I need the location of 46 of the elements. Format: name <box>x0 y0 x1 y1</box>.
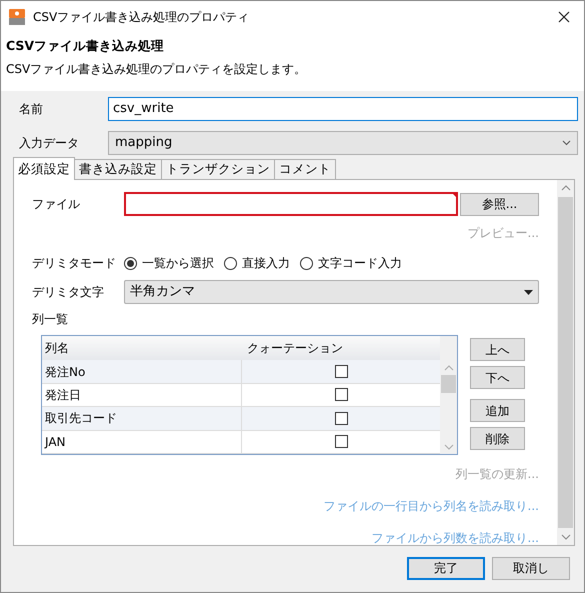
link: プレビュー... <box>468 224 539 242</box>
dialog-button[interactable]: 取消し <box>492 556 570 580</box>
dialog-button[interactable]: 完了 <box>407 556 485 580</box>
dialog-heading: CSVファイル書き込み処理 <box>6 37 166 55</box>
scrollbar[interactable] <box>440 336 457 454</box>
table-cell: JAN <box>42 430 242 453</box>
checkbox[interactable] <box>334 412 348 425</box>
column-header: 列名 <box>44 340 70 358</box>
field-label: デリミタモード <box>32 255 117 272</box>
checkbox[interactable] <box>334 388 348 402</box>
scrollbar-thumb[interactable] <box>558 197 573 528</box>
scrollbar[interactable] <box>557 180 574 545</box>
field-label: ファイル <box>32 196 81 213</box>
file-path-field[interactable] <box>124 192 458 216</box>
input-data-dropdown[interactable]: mapping <box>108 131 578 155</box>
link: 列一覧の更新... <box>456 465 539 483</box>
app-icon <box>9 9 25 25</box>
dialog-description: CSVファイル書き込み処理のプロパティを設定します。 <box>6 60 308 78</box>
window-title: CSVファイル書き込み処理のプロパティ <box>33 9 250 26</box>
column-header: クォーテーション <box>246 340 343 358</box>
radio-option[interactable]: 文字コード入力 <box>300 254 402 272</box>
radio-option[interactable]: 直接入力 <box>224 254 290 272</box>
field-label: 名前 <box>18 101 44 118</box>
delimiter-dropdown[interactable]: 半角カンマ <box>124 280 539 304</box>
browse-button[interactable]: 参照... <box>460 192 539 216</box>
tab[interactable]: コメント <box>274 159 336 179</box>
field-label: デリミタ文字 <box>32 284 105 301</box>
side-button[interactable]: 上へ <box>470 338 525 361</box>
side-button[interactable]: 追加 <box>470 399 525 422</box>
side-button[interactable]: 下へ <box>470 366 525 389</box>
field-label: 入力データ <box>18 135 80 152</box>
dropdown-value: 半角カンマ <box>130 283 195 302</box>
table-cell: 発注No <box>42 360 242 383</box>
checkbox[interactable] <box>334 435 348 448</box>
checkbox[interactable] <box>334 365 348 378</box>
tab[interactable]: 必須設定 <box>13 157 75 180</box>
dropdown-arrow-icon[interactable] <box>524 290 533 294</box>
name-field[interactable]: csv_write <box>108 97 578 121</box>
dropdown-value: mapping <box>115 134 172 152</box>
table-cell: 発注日 <box>42 384 242 406</box>
close-icon[interactable] <box>558 11 570 23</box>
side-button[interactable]: 削除 <box>470 427 525 450</box>
section-label: 列一覧 <box>32 311 69 328</box>
table-cell: 取引先コード <box>42 407 242 430</box>
radio-option[interactable]: 一覧から選択 <box>124 254 214 272</box>
scrollbar-thumb[interactable] <box>441 375 456 393</box>
